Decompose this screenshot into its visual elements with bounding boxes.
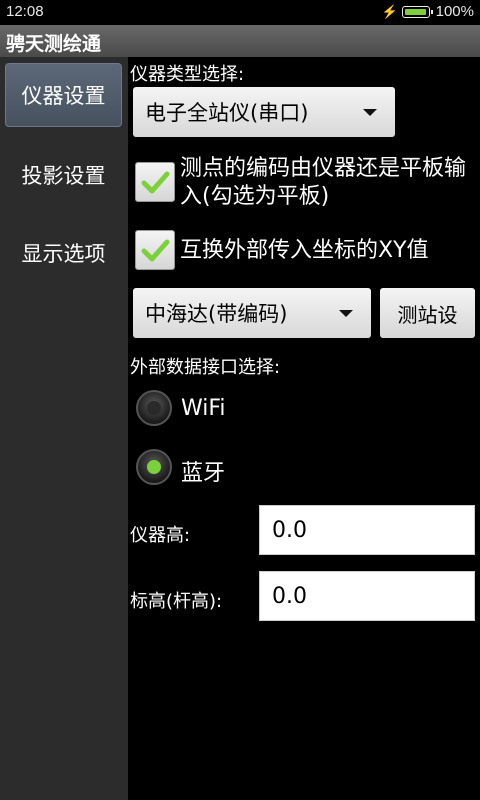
charging-icon: ⚡ [381, 3, 398, 19]
bluetooth-radio[interactable] [136, 449, 172, 485]
radio-off-icon [147, 401, 161, 415]
check-icon [141, 171, 170, 194]
dropdown-arrow-icon [363, 109, 377, 116]
target-height-value: 0.0 [272, 583, 307, 609]
battery-percent: 100% [435, 3, 474, 20]
instrument-type-value: 电子全站仪(串口) [145, 101, 309, 125]
sidebar-item-display-options[interactable]: 显示选项 [5, 221, 122, 285]
code-source-checkbox[interactable] [135, 162, 175, 202]
sidebar-item-label: 显示选项 [21, 242, 106, 266]
instrument-type-label: 仪器类型选择: [130, 64, 245, 85]
sidebar-item-instrument-settings[interactable]: 仪器设置 [5, 63, 122, 127]
swap-xy-label: 互换外部传入坐标的XY值 [180, 238, 429, 263]
sidebar-item-label: 仪器设置 [21, 84, 106, 108]
code-source-label: 测点的编码由仪器还是平板输入(勾选为平板) [180, 156, 467, 209]
check-icon [141, 239, 170, 262]
bluetooth-label: 蓝牙 [181, 461, 226, 486]
battery-level [404, 8, 426, 15]
battery-icon [401, 5, 433, 18]
status-bar: 12:08 ⚡ 100% [0, 0, 480, 25]
target-height-label: 标高(杆高): [130, 591, 223, 612]
sidebar-item-projection-settings[interactable]: 投影设置 [5, 143, 122, 207]
target-height-input[interactable]: 0.0 [259, 571, 475, 621]
wifi-radio[interactable] [136, 390, 172, 426]
sidebar-item-label: 投影设置 [21, 164, 106, 188]
station-setup-button[interactable]: 测站设 [380, 288, 475, 338]
status-right: ⚡ 100% [381, 3, 474, 20]
instrument-type-spinner[interactable]: 电子全站仪(串口) [133, 87, 395, 137]
title-bar: 骋天测绘通 [0, 25, 480, 57]
instrument-height-input[interactable]: 0.0 [259, 505, 475, 555]
app-title: 骋天测绘通 [6, 33, 102, 55]
wifi-label: WiFi [181, 396, 226, 421]
interface-label: 外部数据接口选择: [130, 357, 281, 378]
brand-spinner[interactable]: 中海达(带编码) [133, 288, 371, 338]
instrument-height-value: 0.0 [272, 517, 307, 543]
radio-on-icon [147, 460, 161, 474]
swap-xy-checkbox[interactable] [135, 230, 175, 270]
instrument-height-label: 仪器高: [130, 525, 191, 546]
sidebar: 仪器设置 投影设置 显示选项 [0, 57, 128, 800]
status-time: 12:08 [6, 3, 44, 20]
brand-value: 中海达(带编码) [145, 302, 288, 326]
dropdown-arrow-icon [339, 310, 353, 317]
